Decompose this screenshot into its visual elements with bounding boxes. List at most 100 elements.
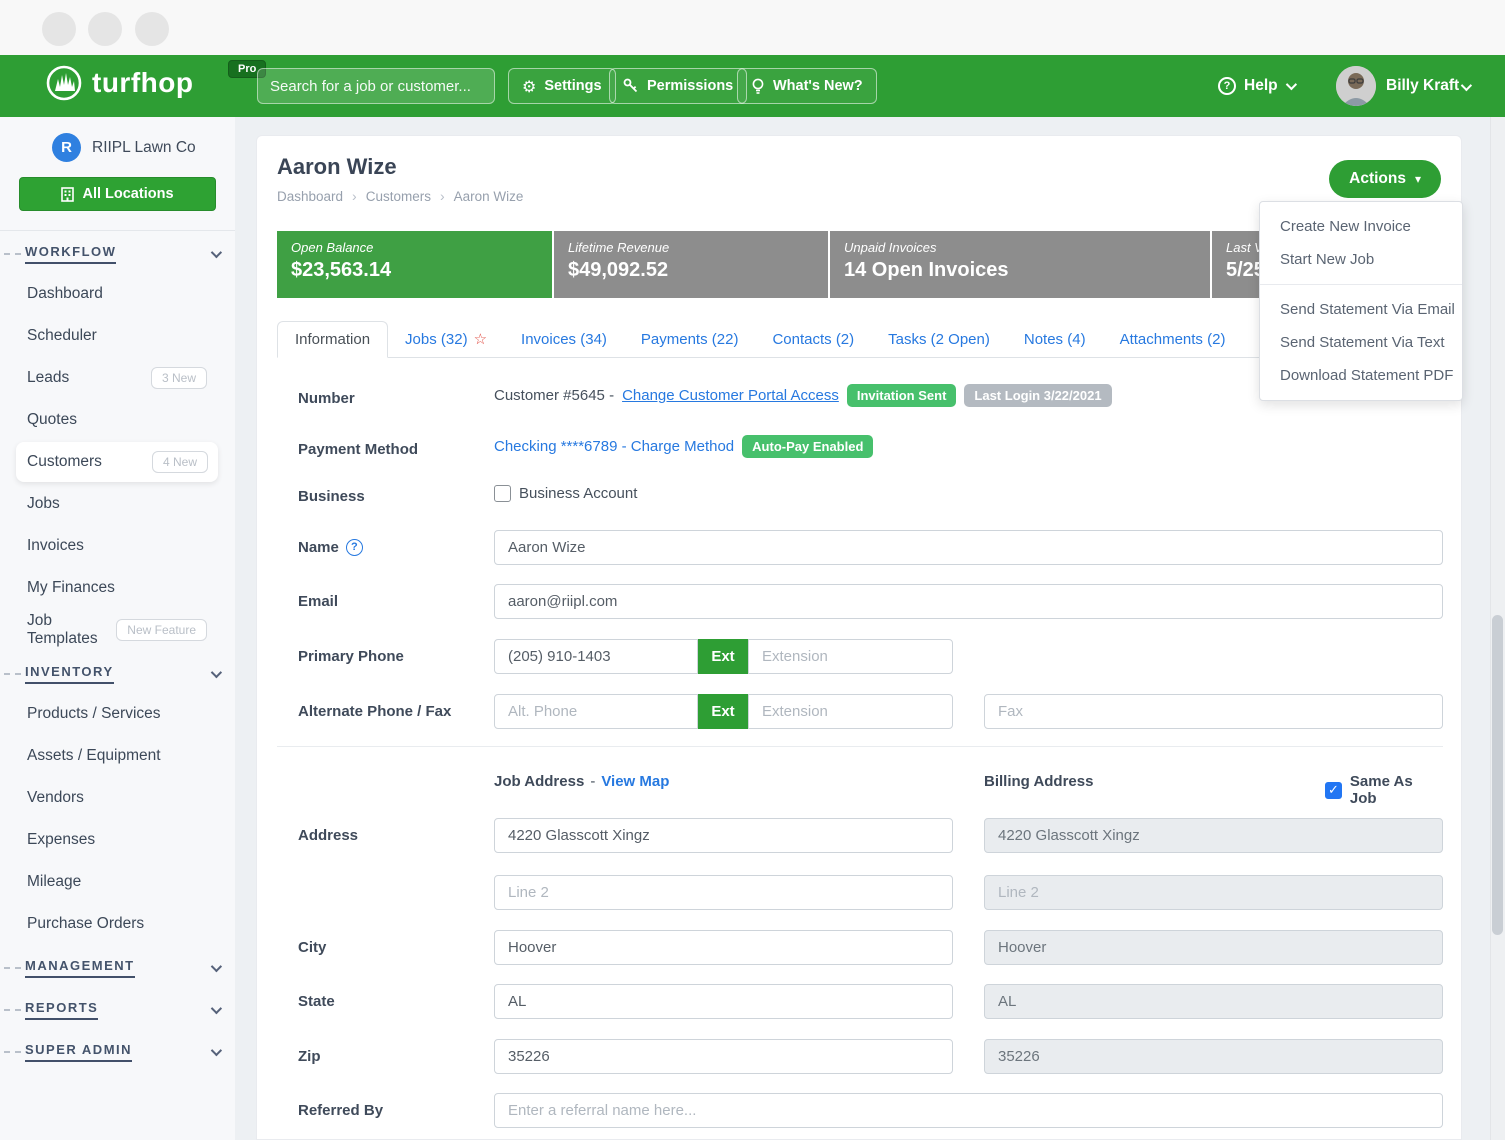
sidebar-item-customers[interactable]: Customers4 New — [16, 442, 218, 482]
section-super-admin[interactable]: SUPER ADMIN — [0, 1029, 235, 1071]
tab-jobs[interactable]: Jobs (32)☆ — [388, 321, 504, 357]
breadcrumb-dashboard[interactable]: Dashboard — [277, 189, 343, 204]
scrollbar-thumb[interactable] — [1492, 615, 1503, 935]
company-switcher[interactable]: R RIIPL Lawn Co — [0, 117, 235, 162]
actions-button[interactable]: Actions ▾ — [1329, 160, 1441, 198]
tab-tasks[interactable]: Tasks (2 Open) — [871, 322, 1007, 357]
help-menu[interactable]: ? Help — [1218, 55, 1294, 117]
actions-dropdown: Create New Invoice Start New Job Send St… — [1259, 201, 1463, 401]
sidebar-item-expenses[interactable]: Expenses — [0, 819, 235, 861]
alt-phone-field[interactable] — [494, 694, 698, 729]
number-label: Number — [298, 381, 355, 416]
sidebar-item-jobs[interactable]: Jobs — [0, 483, 235, 525]
menu-item-send-statement-email[interactable]: Send Statement Via Email — [1260, 293, 1462, 326]
job-state-field[interactable] — [494, 984, 953, 1019]
permissions-button[interactable]: Permissions — [609, 68, 747, 104]
brand-logo[interactable]: turfhop Pro — [45, 64, 193, 102]
email-label: Email — [298, 584, 338, 619]
sidebar-item-purchase-orders[interactable]: Purchase Orders — [0, 903, 235, 945]
referred-by-field[interactable] — [494, 1093, 1443, 1128]
page-title: Aaron Wize — [277, 154, 397, 180]
payment-method-label: Payment Method — [298, 432, 418, 467]
sidebar-item-assets-equipment[interactable]: Assets / Equipment — [0, 735, 235, 777]
sidebar-item-leads[interactable]: Leads3 New — [0, 357, 235, 399]
change-portal-access-link[interactable]: Change Customer Portal Access — [622, 387, 839, 404]
sidebar-item-vendors[interactable]: Vendors — [0, 777, 235, 819]
tab-attachments[interactable]: Attachments (2) — [1103, 322, 1243, 357]
question-circle-icon[interactable]: ? — [346, 539, 363, 556]
dash-decoration — [4, 253, 21, 255]
business-account-checkbox[interactable] — [494, 485, 511, 502]
billing-address-header: Billing Address — [984, 773, 1093, 790]
scrollbar-track[interactable] — [1490, 117, 1505, 1140]
tab-payments[interactable]: Payments (22) — [624, 322, 756, 357]
search-input[interactable] — [257, 68, 495, 104]
stat-lifetime-revenue: Lifetime Revenue $49,092.52 — [554, 231, 828, 298]
section-reports[interactable]: REPORTS — [0, 987, 235, 1029]
primary-extension-field[interactable] — [748, 639, 953, 674]
window-dot — [88, 12, 122, 46]
help-icon: ? — [1218, 77, 1236, 95]
job-city-field[interactable] — [494, 930, 953, 965]
email-field[interactable] — [494, 584, 1443, 619]
dash-decoration — [4, 1051, 21, 1053]
top-navbar: turfhop Pro ⚙ Settings Permissions What'… — [0, 55, 1505, 117]
user-menu[interactable]: Billy Kraft — [1386, 55, 1459, 117]
window-dot — [42, 12, 76, 46]
menu-item-create-new-invoice[interactable]: Create New Invoice — [1260, 210, 1462, 243]
lightbulb-icon — [751, 78, 765, 95]
job-address-header: Job Address - View Map — [494, 773, 669, 790]
charge-method-link[interactable]: Checking ****6789 - Charge Method — [494, 438, 734, 455]
sidebar-item-my-finances[interactable]: My Finances — [0, 567, 235, 609]
zip-label: Zip — [298, 1039, 321, 1074]
section-management[interactable]: MANAGEMENT — [0, 945, 235, 987]
name-field[interactable] — [494, 530, 1443, 565]
billing-zip-field — [984, 1039, 1443, 1074]
sidebar-item-products-services[interactable]: Products / Services — [0, 693, 235, 735]
sidebar-item-invoices[interactable]: Invoices — [0, 525, 235, 567]
ext-label: Ext — [698, 694, 748, 729]
job-address-line2-field[interactable] — [494, 875, 953, 910]
avatar[interactable] — [1336, 66, 1376, 106]
chevron-down-icon — [211, 961, 222, 972]
referred-by-label: Referred By — [298, 1093, 383, 1128]
menu-item-start-new-job[interactable]: Start New Job — [1260, 243, 1462, 276]
all-locations-button[interactable]: All Locations — [19, 177, 216, 211]
chevron-down-icon — [1461, 80, 1472, 91]
job-zip-field[interactable] — [494, 1039, 953, 1074]
settings-button[interactable]: ⚙ Settings — [508, 68, 616, 104]
whats-new-button[interactable]: What's New? — [737, 68, 877, 104]
section-inventory[interactable]: INVENTORY — [0, 651, 235, 693]
menu-divider — [1260, 284, 1462, 285]
sidebar-item-scheduler[interactable]: Scheduler — [0, 315, 235, 357]
stat-open-balance: Open Balance $23,563.14 — [277, 231, 552, 298]
job-address-field[interactable] — [494, 818, 953, 853]
fax-field[interactable] — [984, 694, 1443, 729]
tab-notes[interactable]: Notes (4) — [1007, 322, 1103, 357]
tab-contacts[interactable]: Contacts (2) — [755, 322, 871, 357]
sidebar-item-mileage[interactable]: Mileage — [0, 861, 235, 903]
menu-item-send-statement-text[interactable]: Send Statement Via Text — [1260, 326, 1462, 359]
section-workflow[interactable]: WORKFLOW — [0, 231, 235, 273]
view-map-link[interactable]: View Map — [601, 773, 669, 790]
sidebar-item-dashboard[interactable]: Dashboard — [0, 273, 235, 315]
address-label: Address — [298, 818, 358, 853]
breadcrumb-customers[interactable]: Customers — [366, 189, 431, 204]
primary-phone-field[interactable] — [494, 639, 698, 674]
divider — [277, 746, 1443, 747]
billing-city-field — [984, 930, 1443, 965]
customer-detail-card: Aaron Wize Dashboard › Customers › Aaron… — [256, 135, 1462, 1140]
sidebar-item-job-templates[interactable]: Job TemplatesNew Feature — [0, 609, 235, 651]
alt-extension-field[interactable] — [748, 694, 953, 729]
menu-item-download-statement-pdf[interactable]: Download Statement PDF — [1260, 359, 1462, 392]
gear-icon: ⚙ — [522, 77, 536, 96]
same-as-job-checkbox[interactable] — [1325, 782, 1342, 799]
tab-invoices[interactable]: Invoices (34) — [504, 322, 624, 357]
tab-information[interactable]: Information — [277, 321, 388, 358]
dash-decoration — [4, 967, 21, 969]
business-row: Business Account — [494, 479, 637, 507]
sidebar-item-quotes[interactable]: Quotes — [0, 399, 235, 441]
city-label: City — [298, 930, 326, 965]
last-login-badge: Last Login 3/22/2021 — [964, 384, 1111, 407]
alt-phone-label: Alternate Phone / Fax — [298, 694, 451, 729]
